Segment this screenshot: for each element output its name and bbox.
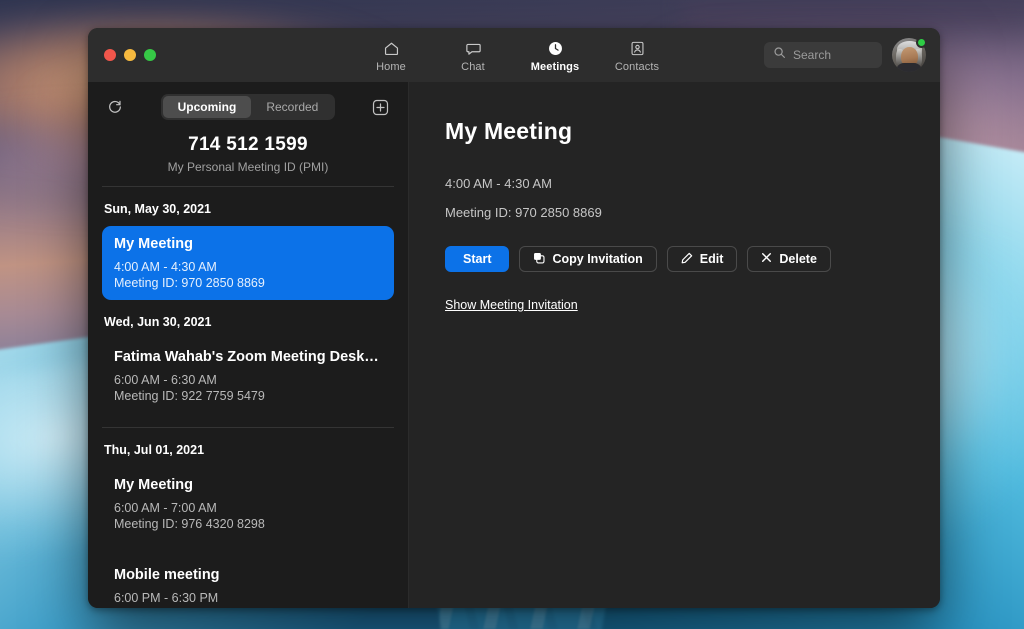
copy-invitation-label: Copy Invitation [552,252,643,266]
edit-button[interactable]: Edit [666,246,738,272]
date-header: Thu, Jul 01, 2021 [104,443,205,457]
search-placeholder: Search [793,48,832,62]
search-icon [773,46,786,64]
home-icon [383,40,400,58]
meeting-title: Fatima Wahab's Zoom Meeting Deskt… [114,349,382,365]
personal-meeting-id-block[interactable]: 714 512 1599 My Personal Meeting ID (PMI… [88,130,408,186]
pmi-number: 714 512 1599 [188,134,308,155]
start-button-label: Start [463,252,492,266]
pmi-label: My Personal Meeting ID (PMI) [167,160,329,174]
close-icon [761,252,772,266]
list-item[interactable]: Mobile meeting 6:00 PM - 6:30 PM [102,557,394,608]
plus-icon[interactable] [370,96,392,118]
meeting-time: 6:00 PM - 6:30 PM [114,591,219,605]
avatar-torso [896,63,922,72]
contacts-icon [629,40,646,58]
sidebar-toolbar: Upcoming Recorded [88,82,408,130]
titlebar-right-cluster: Search [764,37,927,72]
date-header: Sun, May 30, 2021 [104,202,212,216]
edit-label: Edit [699,252,724,266]
status-badge [916,37,927,48]
window-titlebar: Home Chat Meetings Contacts Search [88,28,940,82]
zoom-app-window: Home Chat Meetings Contacts Search Upcom… [88,28,940,608]
tab-upcoming[interactable]: Upcoming [162,96,252,118]
meeting-title: My Meeting [114,477,193,493]
nav-tab-chat[interactable]: Chat [445,38,501,73]
list-item[interactable]: My Meeting 6:00 AM - 7:00 AM Meeting ID:… [102,467,394,541]
meeting-time-text: 4:00 AM - 4:30 AM [445,176,552,191]
show-meeting-invitation-link[interactable]: Show Meeting Invitation [445,298,578,312]
meeting-id: Meeting ID: 976 4320 8298 [114,517,265,531]
meeting-id-text: Meeting ID: 970 2850 8869 [445,205,602,220]
chat-icon [465,40,482,58]
meeting-detail-panel: My Meeting 4:00 AM - 4:30 AM Meeting ID:… [409,82,940,608]
tab-recorded[interactable]: Recorded [251,96,333,118]
search-input[interactable]: Search [764,42,882,68]
window-body: Upcoming Recorded 714 512 1599 My Person… [88,82,940,608]
meeting-id: Meeting ID: 970 2850 8869 [114,276,265,290]
meeting-title: My Meeting [114,236,193,252]
start-button[interactable]: Start [445,246,510,272]
meeting-id: Meeting ID: 922 7759 5479 [114,389,265,403]
meeting-time: 6:00 AM - 6:30 AM [114,373,217,387]
nav-tab-home[interactable]: Home [363,38,419,73]
list-item[interactable]: Fatima Wahab's Zoom Meeting Deskt… 6:00 … [102,339,394,413]
desktop-background: Home Chat Meetings Contacts Search Upcom… [0,0,1024,629]
meeting-time: 4:00 AM - 4:30 AM [114,260,217,274]
copy-icon [533,252,546,267]
list-item[interactable]: My Meeting 4:00 AM - 4:30 AM Meeting ID:… [102,226,394,300]
avatar[interactable] [892,37,927,72]
nav-tab-chat-label: Chat [461,60,485,73]
delete-button[interactable]: Delete [747,246,831,272]
meeting-time: 6:00 AM - 7:00 AM [114,501,217,515]
nav-tab-home-label: Home [376,60,406,73]
clock-icon [547,40,564,58]
nav-tab-contacts[interactable]: Contacts [609,38,665,73]
refresh-icon[interactable] [104,96,126,118]
pencil-icon [681,252,693,267]
delete-label: Delete [779,252,817,266]
meeting-actions: Start Copy Invitation Edit Delete [445,246,940,272]
meetings-sidebar: Upcoming Recorded 714 512 1599 My Person… [88,82,409,608]
meeting-list-tabs: Upcoming Recorded [160,94,336,120]
nav-tab-meetings-label: Meetings [530,60,580,73]
page-title: My Meeting [445,118,573,144]
date-header: Wed, Jun 30, 2021 [104,315,212,329]
copy-invitation-button[interactable]: Copy Invitation [519,246,657,272]
nav-tab-meetings[interactable]: Meetings [527,38,583,73]
nav-tab-contacts-label: Contacts [614,60,660,73]
meeting-list[interactable]: Sun, May 30, 2021 My Meeting 4:00 AM - 4… [88,187,408,608]
meeting-title: Mobile meeting [114,567,220,583]
